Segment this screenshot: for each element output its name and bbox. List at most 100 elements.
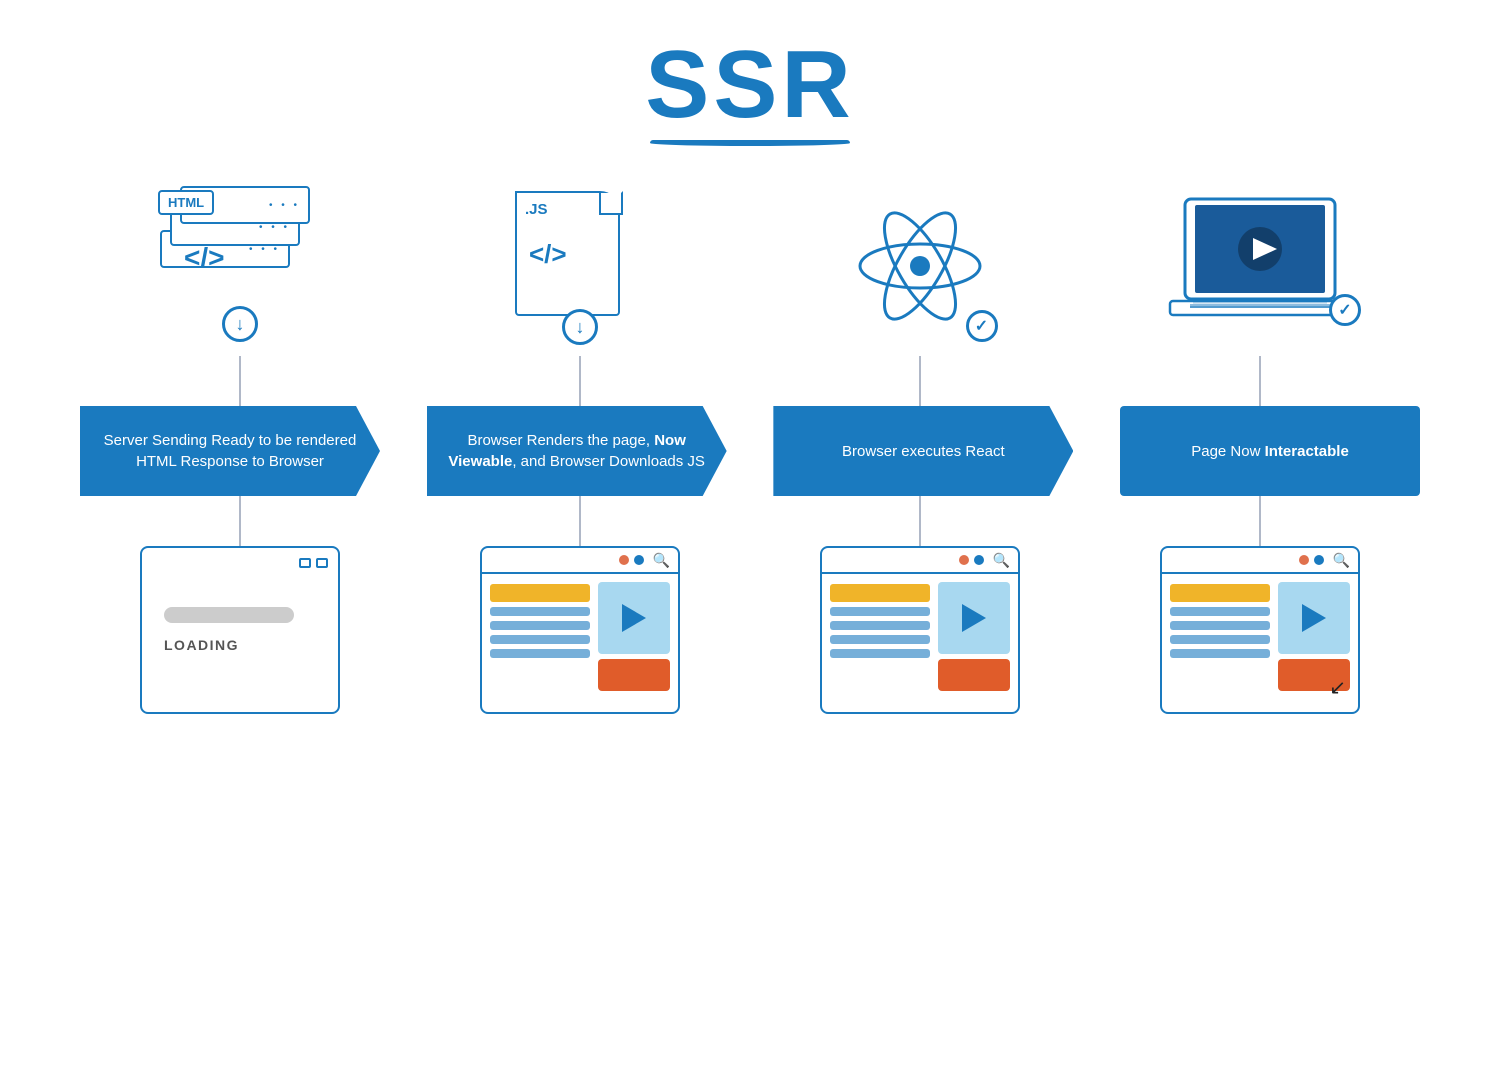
box1-text: Server Sending Ready to be rendered HTML… (98, 430, 362, 472)
line-down-1b (239, 496, 241, 546)
laptop-svg (1165, 189, 1355, 344)
atom-wrapper: ✓ (843, 189, 998, 344)
line-down-3 (919, 356, 921, 406)
icons-row: • • • • • • • • • HTML </> ↓ (60, 176, 1440, 356)
bottom-row: LOADING 🔍 (60, 546, 1440, 714)
page-title-area: SSR (0, 0, 1500, 146)
connectors-row-2 (60, 496, 1440, 546)
box2-text: Browser Renders the page, Now Viewable, … (445, 430, 709, 472)
browser-right-3 (938, 582, 1010, 708)
line-down-1 (239, 356, 241, 406)
laptop-icon: ✓ (1165, 176, 1355, 356)
box1: Server Sending Ready to be rendered HTML… (80, 406, 380, 496)
loading-sq1 (299, 558, 311, 568)
line-down-4 (1259, 356, 1261, 406)
js-icon-wrapper: .JS </> ↓ (515, 191, 645, 341)
js-code: </> (529, 239, 567, 270)
browser-dot-red-3 (959, 555, 969, 565)
laptop-check: ✓ (1329, 294, 1361, 326)
browser-content-3 (822, 574, 1018, 714)
col3-box-wrapper: Browser executes React (753, 406, 1093, 496)
loading-sq2 (316, 558, 328, 568)
page-container: SSR • • • • • • • • (0, 0, 1500, 714)
browser-dot-blue-3 (974, 555, 984, 565)
loading-box: LOADING (140, 546, 340, 714)
col4-bottom: 🔍 (1090, 546, 1430, 714)
play-btn-4 (1302, 604, 1326, 632)
browser-lines-3 (830, 582, 930, 708)
browser-dot-red-4 (1299, 555, 1309, 565)
browser-mockup-4: 🔍 (1160, 546, 1360, 714)
line-down-3b (919, 496, 921, 546)
browser-search-3: 🔍 (993, 552, 1010, 569)
browser-right-2 (598, 582, 670, 708)
col2-connector-2 (410, 496, 750, 546)
col3-connector-2 (750, 496, 1090, 546)
loading-header-icons (299, 558, 328, 568)
loading-text: LOADING (164, 637, 239, 653)
html-stack-icon: • • • • • • • • • HTML </> ↓ (160, 176, 320, 356)
connectors-row-1 (60, 356, 1440, 406)
col3-connector-1 (750, 356, 1090, 406)
box2: Browser Renders the page, Now Viewable, … (427, 406, 727, 496)
content-line-4b (1170, 621, 1270, 630)
play-btn-2 (622, 604, 646, 632)
cursor-icon: ↙ (1329, 675, 1346, 700)
page-title: SSR (0, 0, 1500, 140)
content-line-4a (1170, 607, 1270, 616)
col1-connector-1 (70, 356, 410, 406)
col1: • • • • • • • • • HTML </> ↓ (70, 176, 410, 356)
content-line-3 (490, 635, 590, 644)
browser-orange-2 (598, 659, 670, 691)
browser-lines-4 (1170, 582, 1270, 708)
content-line-3b (830, 621, 930, 630)
content-line-2 (490, 621, 590, 630)
html-icon-wrapper: • • • • • • • • • HTML </> ↓ (160, 186, 320, 346)
diagram: • • • • • • • • • HTML </> ↓ (0, 176, 1500, 714)
col4-top: ✓ (1090, 176, 1430, 356)
col4-connector-2 (1090, 496, 1430, 546)
browser-bar-3: 🔍 (822, 548, 1018, 574)
box3: Browser executes React (773, 406, 1073, 496)
col4-connector-1 (1090, 356, 1430, 406)
content-line-yellow-3 (830, 584, 930, 602)
content-line-4d (1170, 649, 1270, 658)
boxes-row: Server Sending Ready to be rendered HTML… (60, 406, 1440, 496)
line-down-4b (1259, 496, 1261, 546)
download-circle: ↓ (222, 306, 258, 342)
browser-dot-blue-4 (1314, 555, 1324, 565)
box4-text: Page Now Interactable (1191, 441, 1349, 462)
content-line-3a (830, 607, 930, 616)
col1-connector-2 (70, 496, 410, 546)
browser-bar-2: 🔍 (482, 548, 678, 574)
content-line-1 (490, 607, 590, 616)
col3-top: ✓ (750, 176, 1090, 356)
col2-bottom: 🔍 (410, 546, 750, 714)
browser-video-3 (938, 582, 1010, 654)
html-tag: HTML (158, 190, 214, 215)
loading-progress-bar (164, 607, 294, 623)
line-down-2b (579, 496, 581, 546)
content-line-yellow (490, 584, 590, 602)
content-line-yellow-4 (1170, 584, 1270, 602)
browser-dot-red (619, 555, 629, 565)
js-fold-cover (599, 193, 621, 215)
browser-video-4 (1278, 582, 1350, 654)
col2-connector-1 (410, 356, 750, 406)
content-line-4c (1170, 635, 1270, 644)
js-download-circle: ↓ (562, 309, 598, 345)
browser-content-2 (482, 574, 678, 714)
content-line-3d (830, 649, 930, 658)
col4-box-wrapper: Page Now Interactable (1100, 406, 1440, 496)
browser-video-2 (598, 582, 670, 654)
laptop-wrapper: ✓ (1165, 189, 1355, 344)
col2-top: .JS </> ↓ (410, 176, 750, 356)
browser-search-2: 🔍 (653, 552, 670, 569)
content-line-4 (490, 649, 590, 658)
content-line-3c (830, 635, 930, 644)
play-btn-3 (962, 604, 986, 632)
browser-mockup-3: 🔍 (820, 546, 1020, 714)
code-tag: </> (184, 242, 224, 274)
col1-bottom: LOADING (70, 546, 410, 714)
browser-mockup-2: 🔍 (480, 546, 680, 714)
